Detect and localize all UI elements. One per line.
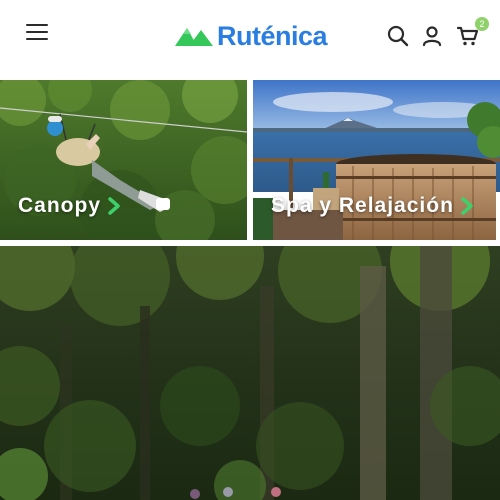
search-icon[interactable] (386, 24, 410, 48)
menu-line (26, 31, 48, 33)
category-tile-spa[interactable]: Spa y Relajación (253, 80, 500, 240)
menu-line (26, 38, 48, 40)
chevron-right-icon (461, 197, 473, 215)
category-tiles: Canopy Spa y Relajación (0, 80, 500, 240)
chevron-right-icon (108, 197, 120, 215)
category-tile-canopy[interactable]: Canopy (0, 80, 247, 240)
menu-line (26, 24, 48, 26)
logo-text: Ruténica (217, 20, 328, 51)
site-header: Ruténica 2 (0, 0, 500, 78)
mountain-logo-icon (175, 28, 213, 46)
user-icon[interactable] (420, 24, 444, 48)
category-label-canopy: Canopy (18, 194, 121, 218)
category-name: Canopy (18, 194, 102, 217)
category-name: Spa y Relajación (271, 194, 454, 217)
hero-forest-photo (0, 246, 500, 500)
logo[interactable]: Ruténica (175, 20, 328, 52)
category-label-spa: Spa y Relajación (271, 194, 474, 218)
cart-count-badge: 2 (475, 17, 489, 31)
forest-image (0, 246, 500, 500)
menu-icon[interactable] (26, 22, 50, 42)
